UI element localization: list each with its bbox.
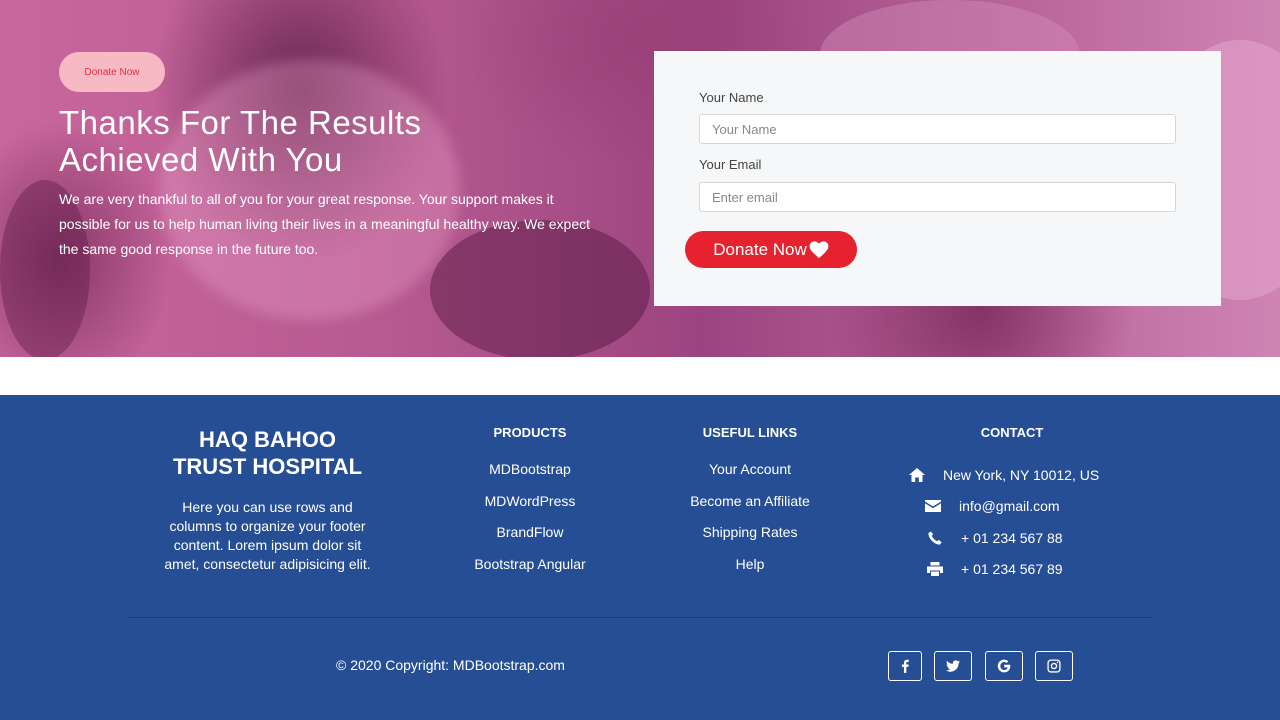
hero-section: Donate Now Thanks For The Results Achiev… — [0, 0, 1280, 357]
org-name-line2: TRUST HOSPITAL — [172, 454, 363, 479]
link-your-account[interactable]: Your Account — [709, 461, 791, 477]
copyright-text: © 2020 Copyright: MDBootstrap.com — [336, 657, 565, 673]
contact-list: New York, NY 10012, US info@gmail.com + … — [905, 459, 1099, 585]
hero-title-line1: Thanks For The Results — [59, 104, 422, 141]
contact-heading: CONTACT — [980, 425, 1044, 440]
envelope-icon — [921, 499, 945, 513]
useful-links-list: Your Account Become an Affiliate Shippin… — [660, 459, 840, 585]
contact-email-text: info@gmail.com — [959, 498, 1060, 515]
name-label: Your Name — [699, 90, 764, 105]
hero-title-line2: Achieved With You — [59, 141, 343, 178]
products-heading: PRODUCTS — [493, 425, 567, 440]
donate-now-badge[interactable]: Donate Now — [59, 52, 165, 92]
home-icon — [905, 467, 929, 482]
google-button[interactable] — [985, 651, 1023, 681]
products-link-bootstrap-angular[interactable]: Bootstrap Angular — [474, 556, 585, 572]
facebook-icon — [901, 659, 909, 673]
google-icon — [997, 659, 1011, 673]
link-help[interactable]: Help — [736, 556, 765, 572]
products-link-brandflow[interactable]: BrandFlow — [497, 524, 564, 540]
contact-address-text: New York, NY 10012, US — [943, 466, 1100, 483]
contact-item-email: info@gmail.com — [905, 491, 1099, 523]
link-shipping-rates[interactable]: Shipping Rates — [703, 524, 798, 540]
link-become-affiliate[interactable]: Become an Affiliate — [690, 493, 810, 509]
instagram-button[interactable] — [1035, 651, 1073, 681]
print-icon — [923, 562, 947, 577]
products-list: MDBootstrap MDWordPress BrandFlow Bootst… — [450, 459, 610, 585]
contact-phone-text: + 01 234 567 88 — [961, 529, 1063, 546]
heart-icon — [809, 240, 829, 258]
products-link-mdbootstrap[interactable]: MDBootstrap — [489, 461, 571, 477]
donate-now-label: Donate Now — [713, 239, 807, 259]
products-link-mdwordpress[interactable]: MDWordPress — [485, 493, 576, 509]
org-description: Here you can use rows and columns to org… — [164, 499, 371, 572]
contact-item-address: New York, NY 10012, US — [905, 459, 1099, 491]
donation-form: Your Name Your Email Donate Now — [654, 51, 1221, 306]
contact-item-phone: + 01 234 567 88 — [905, 522, 1099, 554]
donate-now-button[interactable]: Donate Now — [685, 231, 857, 268]
instagram-icon — [1047, 659, 1061, 673]
hero-description: We are very thankful to all of you for y… — [59, 191, 590, 257]
name-input[interactable] — [699, 114, 1176, 144]
hero-title: Thanks For The Results Achieved With You — [59, 104, 619, 178]
contact-fax-text: + 01 234 567 89 — [961, 561, 1063, 578]
org-name-line1: HAQ BAHOO — [199, 427, 336, 452]
email-input[interactable] — [699, 182, 1176, 212]
org-name: HAQ BAHOO TRUST HOSPITAL — [145, 426, 390, 480]
useful-links-heading: USEFUL LINKS — [702, 425, 798, 440]
twitter-button[interactable] — [934, 651, 972, 681]
twitter-icon — [946, 660, 960, 672]
footer: HAQ BAHOO TRUST HOSPITAL Here you can us… — [0, 395, 1280, 720]
footer-divider — [127, 617, 1153, 618]
email-label: Your Email — [699, 157, 762, 172]
facebook-button[interactable] — [888, 651, 922, 681]
contact-item-fax: + 01 234 567 89 — [905, 554, 1099, 586]
phone-icon — [923, 531, 947, 545]
